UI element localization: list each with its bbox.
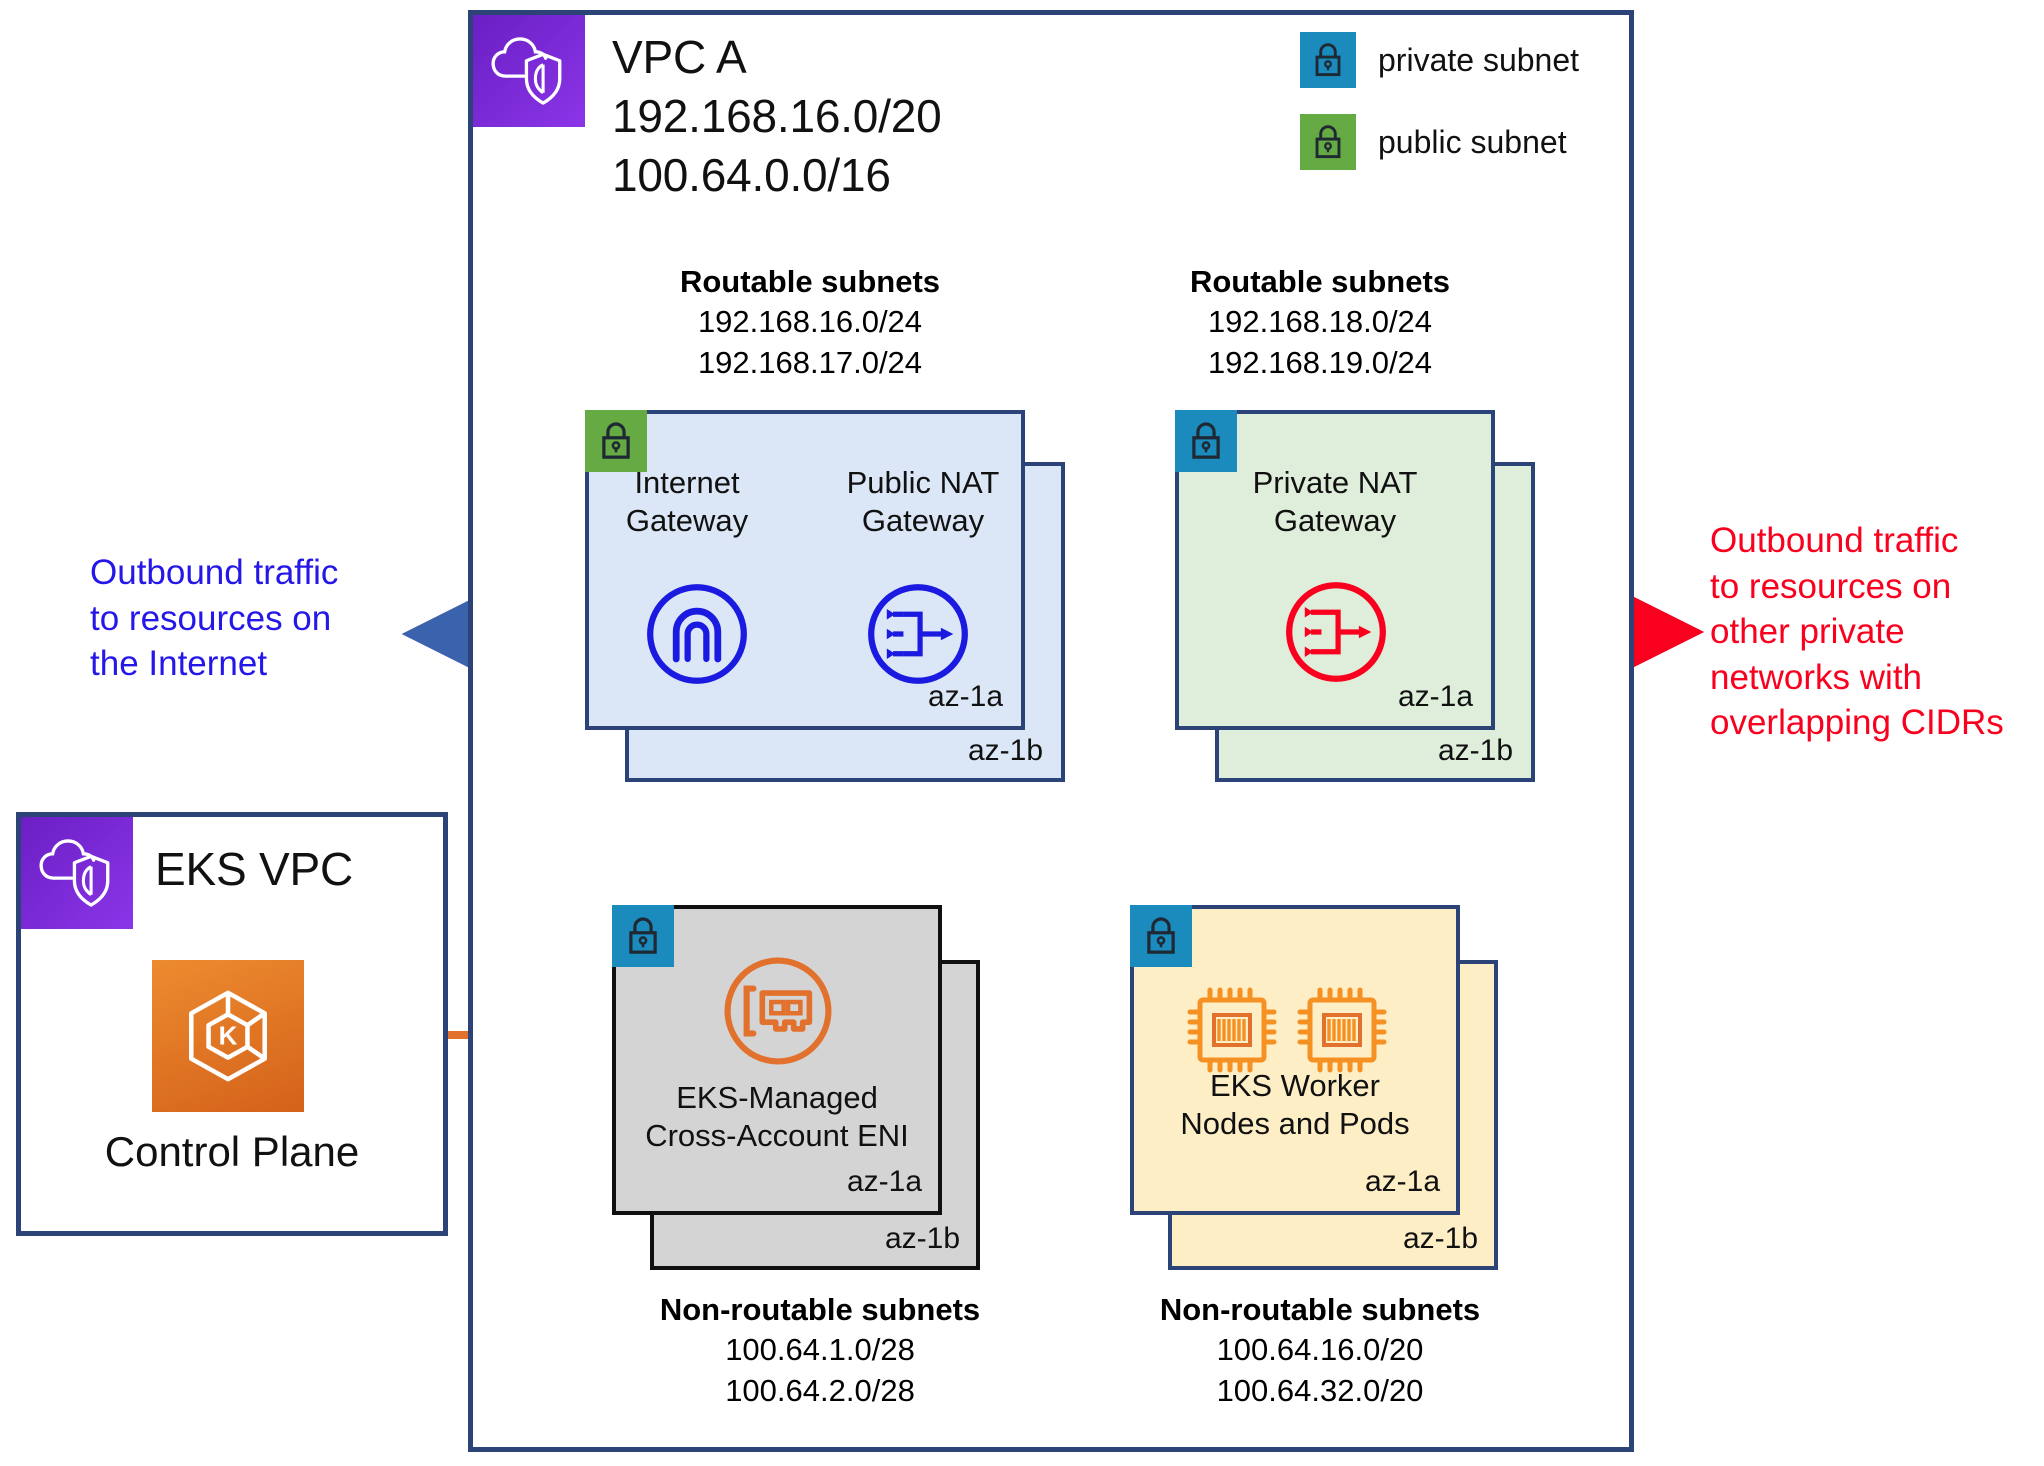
legend-label: private subnet (1378, 41, 1580, 78)
network-interface-icon (722, 955, 834, 1067)
legend-label: public subnet (1378, 123, 1567, 160)
cidr-line: 192.168.17.0/24 (697, 344, 923, 380)
cidr-line: 192.168.19.0/24 (1207, 344, 1433, 380)
internet-egress-annotation: Outbound traffic to resources on the Int… (90, 553, 339, 683)
public-nat-gateway-label: Public NAT Gateway (846, 465, 1000, 538)
az-label-1a: az-1a (1364, 1165, 1440, 1198)
vpc-a-title: VPC A 192.168.16.0/20 100.64.0.0/16 (612, 31, 942, 201)
legend-item-public-subnet: public subnet (1300, 114, 1567, 170)
worker-nodes-label: EKS Worker Nodes and Pods (1180, 1068, 1410, 1141)
lock-icon (1300, 32, 1356, 88)
az-label-1b: az-1b (884, 1222, 960, 1255)
lock-icon (612, 905, 674, 967)
cpu-chip-icon (1178, 982, 1286, 1078)
cidr-line: 100.64.1.0/28 (725, 1332, 915, 1368)
diagram-canvas: VPC A 192.168.16.0/20 100.64.0.0/16 priv… (0, 0, 2044, 1466)
control-plane-label: Control Plane (104, 1128, 360, 1175)
lock-icon (1130, 905, 1192, 967)
heading-text: Non-routable subnets (1159, 1292, 1481, 1327)
cpu-chip-icon (1288, 982, 1396, 1078)
heading-text: Non-routable subnets (659, 1292, 981, 1327)
heading-text: Routable subnets (679, 264, 941, 299)
eni-nonroutable-subnet-heading: Non-routable subnets 100.64.1.0/28 100.6… (600, 1290, 1040, 1411)
az-label-1b: az-1b (1402, 1222, 1478, 1255)
vpc-cloud-shield-icon (473, 15, 585, 127)
private-routable-subnet-heading: Routable subnets 192.168.18.0/24 192.168… (1110, 262, 1530, 383)
eks-vpc-title: EKS VPC (155, 843, 354, 895)
private-egress-annotation: Outbound traffic to resources on other p… (1710, 521, 2004, 742)
az-label-1a: az-1a (846, 1165, 922, 1198)
cidr-line: 100.64.32.0/20 (1216, 1372, 1424, 1408)
eks-kubernetes-icon: K (152, 960, 304, 1112)
lock-icon (1175, 410, 1237, 472)
cidr-line: 192.168.18.0/24 (1207, 304, 1433, 340)
lock-icon (1300, 114, 1356, 170)
az-label-1a: az-1a (1397, 680, 1473, 713)
private-nat-gateway-label: Private NAT Gateway (1252, 465, 1418, 538)
worker-nonroutable-subnet-heading: Non-routable subnets 100.64.16.0/20 100.… (1100, 1290, 1540, 1411)
cidr-line: 100.64.2.0/28 (725, 1372, 915, 1408)
vpc-cloud-shield-icon (21, 817, 133, 929)
nat-gateway-icon (1284, 580, 1388, 684)
cidr-line: 192.168.16.0/24 (697, 304, 923, 340)
internet-gateway-icon (645, 582, 749, 686)
heading-text: Routable subnets (1189, 264, 1451, 299)
legend-item-private-subnet: private subnet (1300, 32, 1579, 88)
cidr-line: 100.64.16.0/20 (1216, 1332, 1424, 1368)
nat-gateway-icon (866, 582, 970, 686)
az-label-1b: az-1b (967, 734, 1043, 767)
eni-label: EKS-Managed Cross-Account ENI (645, 1080, 909, 1153)
lock-icon (585, 410, 647, 472)
svg-text:K: K (219, 1023, 238, 1051)
az-label-1b: az-1b (1437, 734, 1513, 767)
public-routable-subnet-heading: Routable subnets 192.168.16.0/24 192.168… (600, 262, 1020, 383)
